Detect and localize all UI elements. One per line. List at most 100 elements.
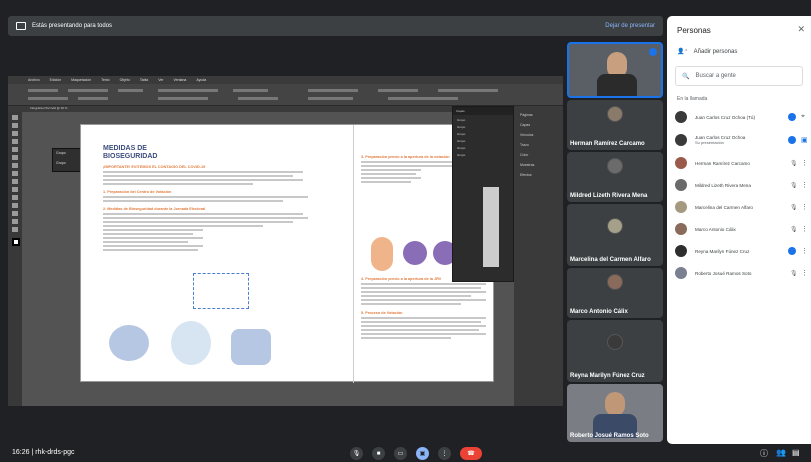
page-subtitle: ¡IMPORTANTE! EVITEMOS EL CONTAGIO DEL CO…: [103, 165, 206, 169]
self-body: [597, 74, 637, 96]
participant-tile[interactable]: Marco Antonio Cálix: [567, 268, 663, 318]
panel-tab-color[interactable]: Color: [520, 150, 557, 160]
info-icon[interactable]: ⓘ: [760, 448, 768, 459]
layer-item[interactable]: Grupo: [457, 138, 509, 145]
more-options-icon[interactable]: ⋮: [801, 247, 808, 255]
tile-name: Marcelina del Carmen Alfaro: [570, 257, 651, 263]
more-options-icon[interactable]: ⋮: [801, 225, 808, 233]
more-options-icon[interactable]: ⋮: [801, 159, 808, 167]
more-options-icon[interactable]: ⋮: [801, 203, 808, 211]
avatar: [675, 134, 687, 146]
hang-up-icon: ☎: [467, 451, 475, 457]
member-name: Reyna Marilyn Fúnez Cruz: [695, 248, 750, 254]
document-spread: MEDIDAS DE BIOSEGURIDAD ¡IMPORTANTE! EVI…: [80, 124, 494, 383]
avatar: [607, 218, 623, 234]
panel-tab-stroke[interactable]: Trazo: [520, 140, 557, 150]
member-name: Roberto Josué Ramos Soto: [695, 270, 752, 276]
participant-tile[interactable]: Herman Ramírez Carcamo: [567, 100, 663, 150]
bar-soap-illustration: [231, 329, 271, 365]
popup-item: Grupo: [56, 161, 66, 165]
chat-icon[interactable]: ▤: [792, 448, 800, 457]
avatar: [675, 267, 687, 279]
menu-item: Texto: [101, 78, 110, 82]
member-row[interactable]: Reyna Marilyn Fúnez Cruz ⋮: [675, 242, 808, 260]
panel-tab-links[interactable]: Vínculos: [520, 130, 557, 140]
layer-item[interactable]: Grupo: [457, 145, 509, 152]
layers-panel-title: Capas: [453, 107, 513, 115]
indesign-menubar: Archivo Edición Maquetación Texto Objeto…: [8, 76, 563, 84]
section-1: 1. Preparación del Centro de Votación: [103, 190, 172, 194]
member-row[interactable]: Marco Antonio Cálix 🎙 ⋮: [675, 220, 808, 238]
present-button[interactable]: ▣: [416, 447, 429, 460]
speaking-indicator-icon: [788, 113, 796, 121]
avatar: [607, 334, 623, 350]
tile-name: Reyna Marilyn Fúnez Cruz: [570, 373, 645, 379]
panel-tab-layers[interactable]: Capas: [520, 120, 557, 130]
meeting-code: 16:26 | rhk-drds-pgc: [12, 449, 75, 456]
participant-tile[interactable]: Mildred Lizeth Rivera Mena: [567, 152, 663, 202]
avatar: [675, 111, 687, 123]
member-row[interactable]: Juan Carlos Cruz Ochoa Su presentación ▣: [675, 130, 808, 150]
page-thumbnails[interactable]: [483, 187, 499, 267]
mic-off-icon: 🎙: [790, 161, 798, 167]
member-name: Herman Ramírez Carcamo: [695, 160, 750, 166]
mic-off-icon: 🎙: [790, 227, 798, 233]
popup-item: Grupo: [56, 151, 66, 155]
member-row[interactable]: Marcelina del Carmen Alfaro 🎙 ⋮: [675, 198, 808, 216]
indesign-control-bar: [8, 84, 563, 106]
mic-off-icon: 🎙: [790, 205, 798, 211]
avatar: [607, 106, 623, 122]
avatar: [675, 201, 687, 213]
menu-item: Maquetación: [71, 78, 92, 82]
participant-tile[interactable]: Marcelina del Carmen Alfaro: [567, 204, 663, 266]
close-icon[interactable]: ✕: [797, 24, 805, 35]
member-name: Juan Carlos Cruz Ochoa (Tú): [695, 114, 755, 120]
pin-icon[interactable]: ⌖: [801, 113, 805, 121]
tile-name: Roberto Josué Ramos Soto: [570, 433, 649, 439]
member-row[interactable]: Mildred Lizeth Rivera Mena 🎙 ⋮: [675, 176, 808, 194]
people-panel: Personas ✕ 👤⁺ Añadir personas 🔍 Buscar a…: [667, 16, 811, 444]
member-row[interactable]: Herman Ramírez Carcamo 🎙 ⋮: [675, 154, 808, 172]
sanitizer-illustration: [171, 321, 211, 365]
layer-item[interactable]: Grupo: [457, 124, 509, 131]
menu-item: Tabla: [139, 78, 149, 82]
avatar: [675, 223, 687, 235]
layer-item[interactable]: Grupo: [457, 131, 509, 138]
add-people-button[interactable]: 👤⁺ Añadir personas: [677, 48, 737, 56]
leave-call-button[interactable]: ☎: [460, 447, 482, 460]
participant-video: [605, 392, 625, 416]
mask-illustration: [109, 325, 149, 361]
member-subtitle: Su presentación: [695, 140, 724, 145]
tools-panel: [8, 112, 22, 406]
camera-button[interactable]: ■: [372, 447, 385, 460]
more-options-icon[interactable]: ⋮: [801, 181, 808, 189]
search-field[interactable]: 🔍 Buscar a gente: [675, 66, 803, 86]
search-input[interactable]: Buscar a gente: [695, 73, 735, 79]
shared-screen: Archivo Edición Maquetación Texto Objeto…: [8, 76, 563, 406]
participant-tile[interactable]: Roberto Josué Ramos Soto: [567, 384, 663, 442]
mic-off-icon: 🎙: [790, 183, 798, 189]
people-icon[interactable]: 👥: [776, 448, 786, 457]
presenting-banner: Estás presentando para todos Dejar de pr…: [8, 16, 663, 36]
tile-name: Marco Antonio Cálix: [570, 309, 628, 315]
member-row[interactable]: Roberto Josué Ramos Soto 🎙 ⋮: [675, 264, 808, 282]
menu-item: Ver: [158, 78, 164, 82]
more-options-button[interactable]: ⋮: [438, 447, 451, 460]
member-row[interactable]: Juan Carlos Cruz Ochoa (Tú) ⌖: [675, 108, 805, 126]
stop-presenting-button[interactable]: Dejar de presentar: [605, 23, 655, 29]
panel-tab-pages[interactable]: Páginas: [520, 110, 557, 120]
avatar: [675, 179, 687, 191]
mic-off-icon: 🎙: [790, 271, 798, 277]
participant-tile[interactable]: Reyna Marilyn Fúnez Cruz: [567, 320, 663, 382]
mic-button[interactable]: 🎙: [350, 447, 363, 460]
more-options-icon[interactable]: ⋮: [801, 269, 808, 277]
layer-item[interactable]: Grupo: [457, 152, 509, 159]
menu-item: Ventana: [173, 78, 187, 82]
panel-tab-swatches[interactable]: Muestras: [520, 160, 557, 170]
menu-item: Objeto: [119, 78, 130, 82]
layer-item[interactable]: Grupo: [457, 117, 509, 124]
avatar: [607, 158, 623, 174]
captions-button[interactable]: ▭: [394, 447, 407, 460]
panel-tab-effects[interactable]: Efectos: [520, 170, 557, 180]
self-view-tile[interactable]: [567, 42, 663, 98]
